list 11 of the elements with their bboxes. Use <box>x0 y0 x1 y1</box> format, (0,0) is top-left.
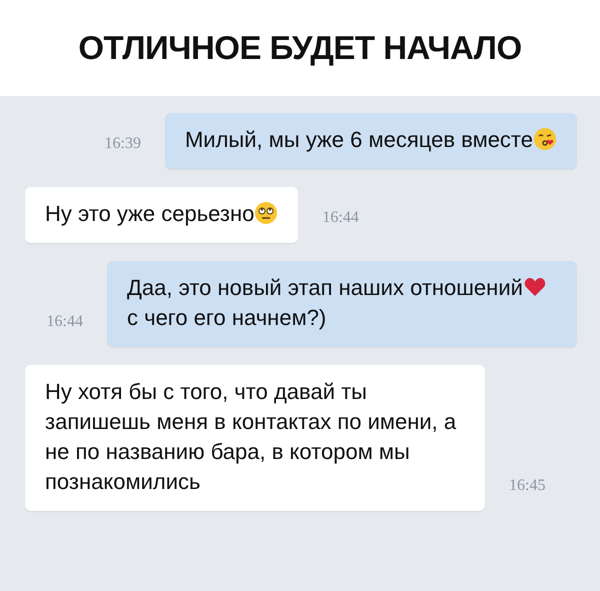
outgoing-message: Милый, мы уже 6 месяцев вместе <box>164 113 577 169</box>
incoming-message: Ну это уже серьезно <box>25 187 298 243</box>
message-time: 16:39 <box>104 135 142 153</box>
outgoing-message: Даа, это новый этап наших отношений с чего его начнем?) <box>107 261 577 347</box>
message-time: 16:45 <box>508 477 546 495</box>
incoming-message: Ну хотя бы с того, что давай ты запишешь меня в контактах по имени, а не по названию бара, в котором мы познакомились <box>25 365 485 511</box>
meme-title: ОТЛИЧНОЕ БУДЕТ НАЧАЛО <box>78 29 522 67</box>
message-time: 16:44 <box>46 313 84 331</box>
heart-icon <box>522 275 547 299</box>
kissing-face-icon <box>533 127 557 151</box>
message-time: 16:44 <box>321 209 360 227</box>
